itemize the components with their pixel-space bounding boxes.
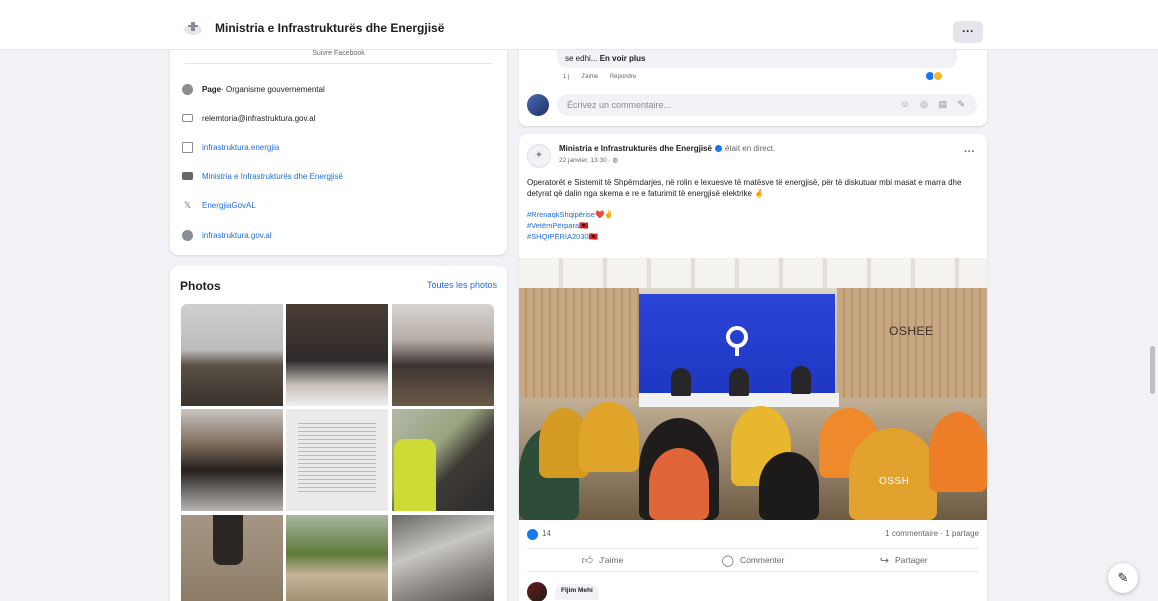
photo-vest-text: OSSH — [879, 476, 910, 487]
comment-reply-link[interactable]: Répondre — [610, 74, 636, 80]
photo-speaker — [729, 368, 749, 396]
intro-twitter-row[interactable]: 𝕏 EnergjiaGovAL — [182, 198, 256, 212]
comment-actions: 1 j J'aime Répondre — [563, 74, 646, 80]
haha-reaction-icon — [933, 71, 943, 81]
like-button[interactable]: 👍︎ J'aime — [527, 549, 678, 571]
hashtag-link[interactable]: #VetëmPërpara🇦🇱 — [527, 220, 614, 231]
post-actions-bar: 👍︎ J'aime ◯ Commenter ↪ Partager — [527, 548, 979, 572]
photo-thumbnail[interactable] — [181, 304, 283, 406]
photo-speaker — [671, 368, 691, 396]
intro-email-row[interactable]: relemtoria@infrastruktura.gov.al — [182, 111, 315, 125]
intro-instagram-row[interactable]: infrastruktura.energjia — [182, 140, 279, 154]
previous-post-footer: se edhi... En voir plus 1 j J'aime Répon… — [519, 50, 987, 126]
thumbs-up-icon: 👍︎ — [581, 554, 593, 567]
comment-button[interactable]: ◯ Commenter — [678, 549, 829, 571]
photo-thumbnail[interactable] — [286, 515, 388, 601]
youtube-icon — [182, 172, 193, 180]
x-icon: 𝕏 — [183, 199, 192, 210]
instagram-link[interactable]: infrastruktura.energjia — [202, 143, 279, 152]
photo-wall-left — [519, 288, 639, 398]
comment-bubble: se edhi... En voir plus — [557, 50, 957, 68]
hashtag-link[interactable]: #SHQIPËRIA2030🇦🇱 — [527, 231, 614, 242]
user-avatar[interactable] — [527, 94, 549, 116]
post-photo[interactable]: OSHEE OSSH — [519, 258, 987, 520]
info-icon — [182, 83, 193, 95]
category-label: Page — [202, 84, 222, 94]
see-more-link[interactable]: En voir plus — [600, 54, 646, 63]
see-all-photos-link[interactable]: Toutes les photos — [427, 280, 497, 290]
comment-bubble-icon: ◯ — [721, 554, 734, 567]
comments-shares-count[interactable]: 1 commentaire · 1 partage — [885, 529, 979, 538]
photo-thumbnail[interactable] — [286, 409, 388, 511]
like-button-label: J'aime — [598, 555, 624, 565]
photo-speaker — [791, 366, 811, 394]
comment-input-icons[interactable]: ☺ ◎ ▤ ✎ — [900, 99, 969, 110]
commenter-name[interactable]: Fljim Mehi — [555, 584, 599, 600]
share-button[interactable]: ↪ Partager — [828, 549, 979, 571]
photo-wall-right — [837, 288, 987, 398]
post-more-button[interactable]: ··· — [964, 146, 975, 158]
photo-thumbnail[interactable] — [392, 304, 494, 406]
share-arrow-icon: ↪ — [879, 554, 889, 567]
verified-badge-icon — [714, 145, 722, 153]
post-hashtags: #RrenaqkShqipërise❤️✌ #VetëmPërpara🇦🇱 #S… — [527, 209, 614, 242]
share-button-label: Partager — [894, 555, 928, 565]
photo-ceiling — [519, 258, 987, 288]
oshee-logo-icon — [726, 326, 748, 348]
write-comment-placeholder: Écrivez un commentaire... — [567, 100, 672, 110]
edit-icon[interactable]: ✎ — [1108, 563, 1138, 593]
comment-reactions[interactable] — [925, 71, 947, 81]
more-options-button[interactable]: ··· — [953, 21, 983, 43]
intro-website-row[interactable]: infrastruktura.gov.al — [182, 228, 272, 242]
twitter-link[interactable]: EnergjiaGovAL — [202, 201, 256, 210]
post-author-line: Ministria e Infrastrukturës dhe Energjis… — [559, 144, 775, 153]
comment-like-link[interactable]: J'aime — [581, 74, 598, 80]
like-reaction-icon — [527, 529, 538, 540]
youtube-link[interactable]: Ministria e Infrastrukturës dhe Energjis… — [202, 172, 343, 181]
hashtag-link[interactable]: #RrenaqkShqipërise❤️✌ — [527, 209, 614, 220]
comment-time: 1 j — [563, 74, 570, 80]
page-title: Ministria e Infrastrukturës dhe Energjis… — [215, 21, 445, 35]
photo-thumbnail[interactable] — [286, 304, 388, 406]
photo-thumbnail[interactable] — [181, 515, 283, 601]
post-author-name[interactable]: Ministria e Infrastrukturës dhe Energjis… — [559, 144, 712, 153]
email-icon — [182, 114, 193, 122]
post-author-avatar[interactable]: ✦ — [527, 144, 551, 168]
category-value: · Organisme gouvernemental — [221, 84, 325, 94]
intro-category-row: Page · Organisme gouvernemental — [182, 82, 325, 96]
globe-icon — [182, 229, 193, 241]
email-text[interactable]: relemtoria@infrastruktura.gov.al — [202, 114, 315, 123]
post-status: était en direct. — [724, 144, 776, 153]
photo-thumbnail[interactable] — [392, 409, 494, 511]
website-link[interactable]: infrastruktura.gov.al — [202, 231, 272, 240]
comment-button-label: Commenter — [739, 555, 785, 565]
page-header: Ministria e Infrastrukturës dhe Energjis… — [0, 0, 1158, 50]
photo-crowd — [519, 402, 987, 520]
page-scrollbar[interactable] — [1150, 346, 1155, 394]
post-card: ✦ Ministria e Infrastrukturës dhe Energj… — [519, 134, 987, 601]
photos-title: Photos — [180, 279, 221, 293]
photo-thumbnail[interactable] — [181, 409, 283, 511]
comment-text: se edhi... — [565, 54, 600, 63]
photo-wall-text: OSHEE — [889, 324, 934, 338]
photos-card: Photos Toutes les photos — [170, 266, 507, 601]
like-count[interactable]: 14 — [542, 529, 551, 538]
photo-thumbnail[interactable] — [392, 515, 494, 601]
intro-youtube-row[interactable]: Ministria e Infrastrukturës dhe Energjis… — [182, 169, 343, 183]
intro-card: Suivre Facebook Page · Organisme gouvern… — [170, 50, 507, 255]
intro-top-text: Suivre Facebook — [185, 50, 492, 64]
commenter-avatar[interactable] — [527, 582, 547, 601]
post-date[interactable]: 22 janvier, 13:30 · ◍ — [559, 156, 618, 164]
write-comment-input[interactable]: Écrivez un commentaire... ☺ ◎ ▤ ✎ — [557, 94, 977, 116]
instagram-icon — [182, 141, 193, 153]
post-text: Operatorët e Sistemit të Shpërndarjes, n… — [527, 178, 962, 198]
ministry-logo-icon — [184, 22, 202, 35]
post-stats: 14 1 commentaire · 1 partage — [527, 528, 979, 542]
